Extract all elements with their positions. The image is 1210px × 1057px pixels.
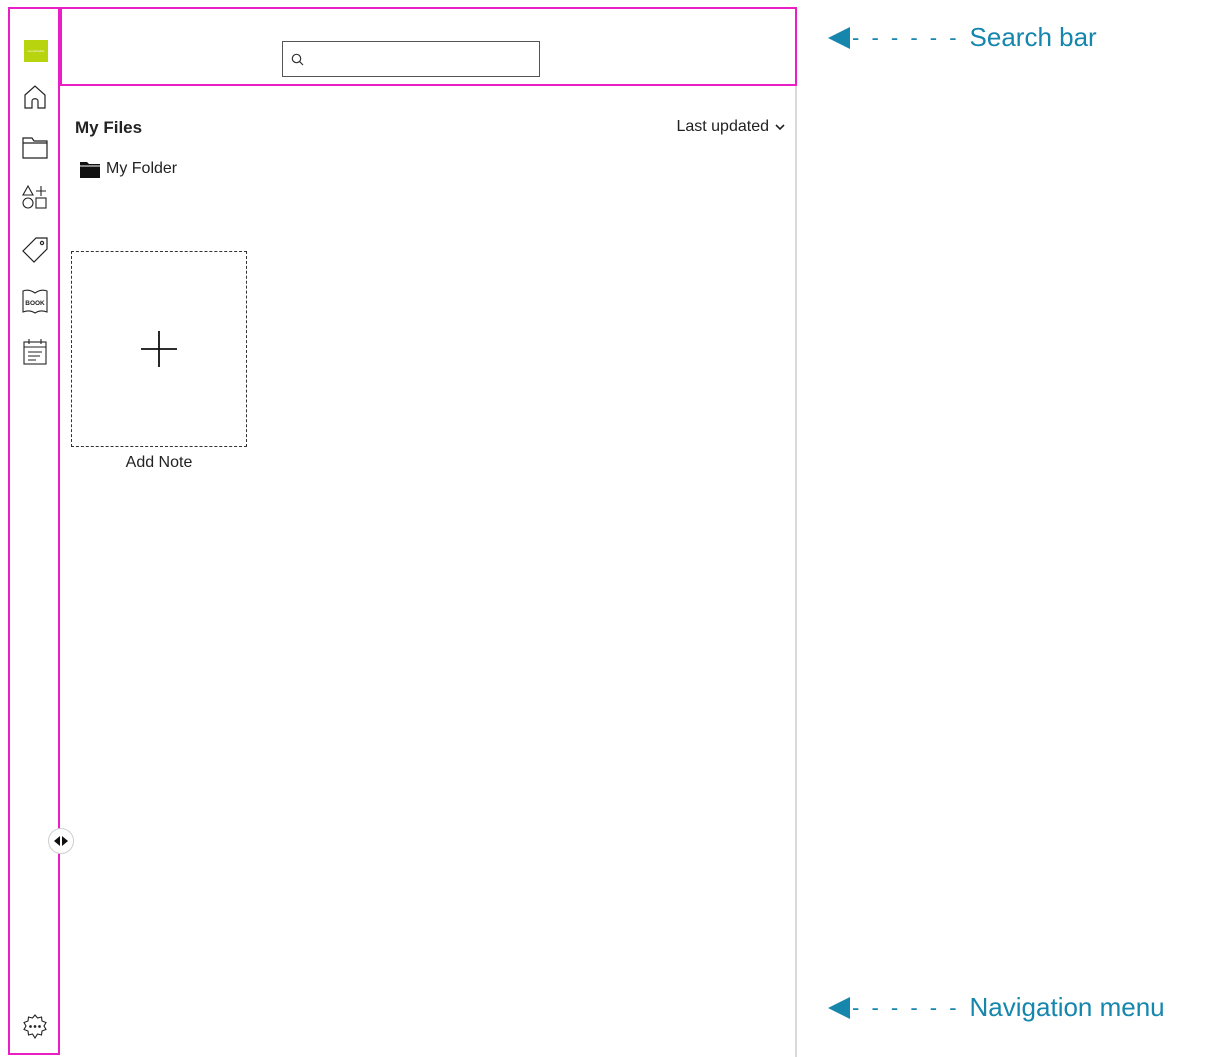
annotation-dashes: - - - - - - — [852, 994, 960, 1020]
collapse-toggle-icon — [54, 836, 68, 846]
navigation-menu: remarkable BOOK — [8, 7, 60, 1055]
add-note-label: Add Note — [125, 454, 193, 471]
book-icon: BOOK — [22, 289, 48, 314]
nav-item-ebooks[interactable]: BOOK — [22, 288, 48, 314]
collapse-toggle[interactable] — [48, 828, 74, 854]
annotation-navigation-menu: - - - - - - Navigation menu — [828, 992, 1165, 1023]
shapes-icon — [22, 184, 47, 209]
annotation-dashes: - - - - - - — [852, 24, 960, 50]
folder-icon — [22, 137, 48, 159]
nav-item-tags[interactable] — [22, 237, 48, 263]
calendar-notes-icon — [23, 339, 47, 365]
search-icon — [291, 53, 304, 65]
home-icon — [24, 85, 46, 109]
arrow-left-icon — [828, 26, 850, 49]
book-badge: BOOK — [25, 300, 45, 307]
folder-label: My Folder — [106, 160, 178, 177]
search-bar-region — [60, 7, 797, 86]
nav-item-settings[interactable] — [22, 1014, 48, 1040]
nav-item-home[interactable] — [22, 84, 48, 110]
logo-text: remarkable — [27, 49, 45, 53]
nav-item-notes[interactable] — [22, 339, 48, 365]
folder-item[interactable]: My Folder — [80, 160, 177, 178]
search-input[interactable] — [308, 43, 539, 75]
arrow-left-icon — [828, 996, 850, 1019]
search-field[interactable] — [282, 41, 540, 77]
nav-item-templates[interactable] — [22, 184, 48, 210]
settings-gear-icon — [23, 1014, 47, 1040]
folder-filled-icon — [80, 161, 100, 178]
page-title: My Files — [75, 118, 143, 137]
annotation-search-bar: - - - - - - Search bar — [828, 22, 1097, 53]
brand-logo[interactable]: remarkable — [24, 40, 48, 62]
tag-icon — [22, 237, 48, 263]
plus-icon — [141, 331, 177, 367]
chevron-down-icon — [775, 123, 785, 130]
sort-dropdown[interactable]: Last updated — [676, 118, 785, 136]
add-note-button[interactable] — [71, 251, 247, 447]
annotation-label: Search bar — [969, 22, 1097, 52]
sort-label: Last updated — [676, 118, 769, 135]
annotation-label: Navigation menu — [969, 992, 1165, 1022]
nav-item-files[interactable] — [22, 134, 48, 160]
